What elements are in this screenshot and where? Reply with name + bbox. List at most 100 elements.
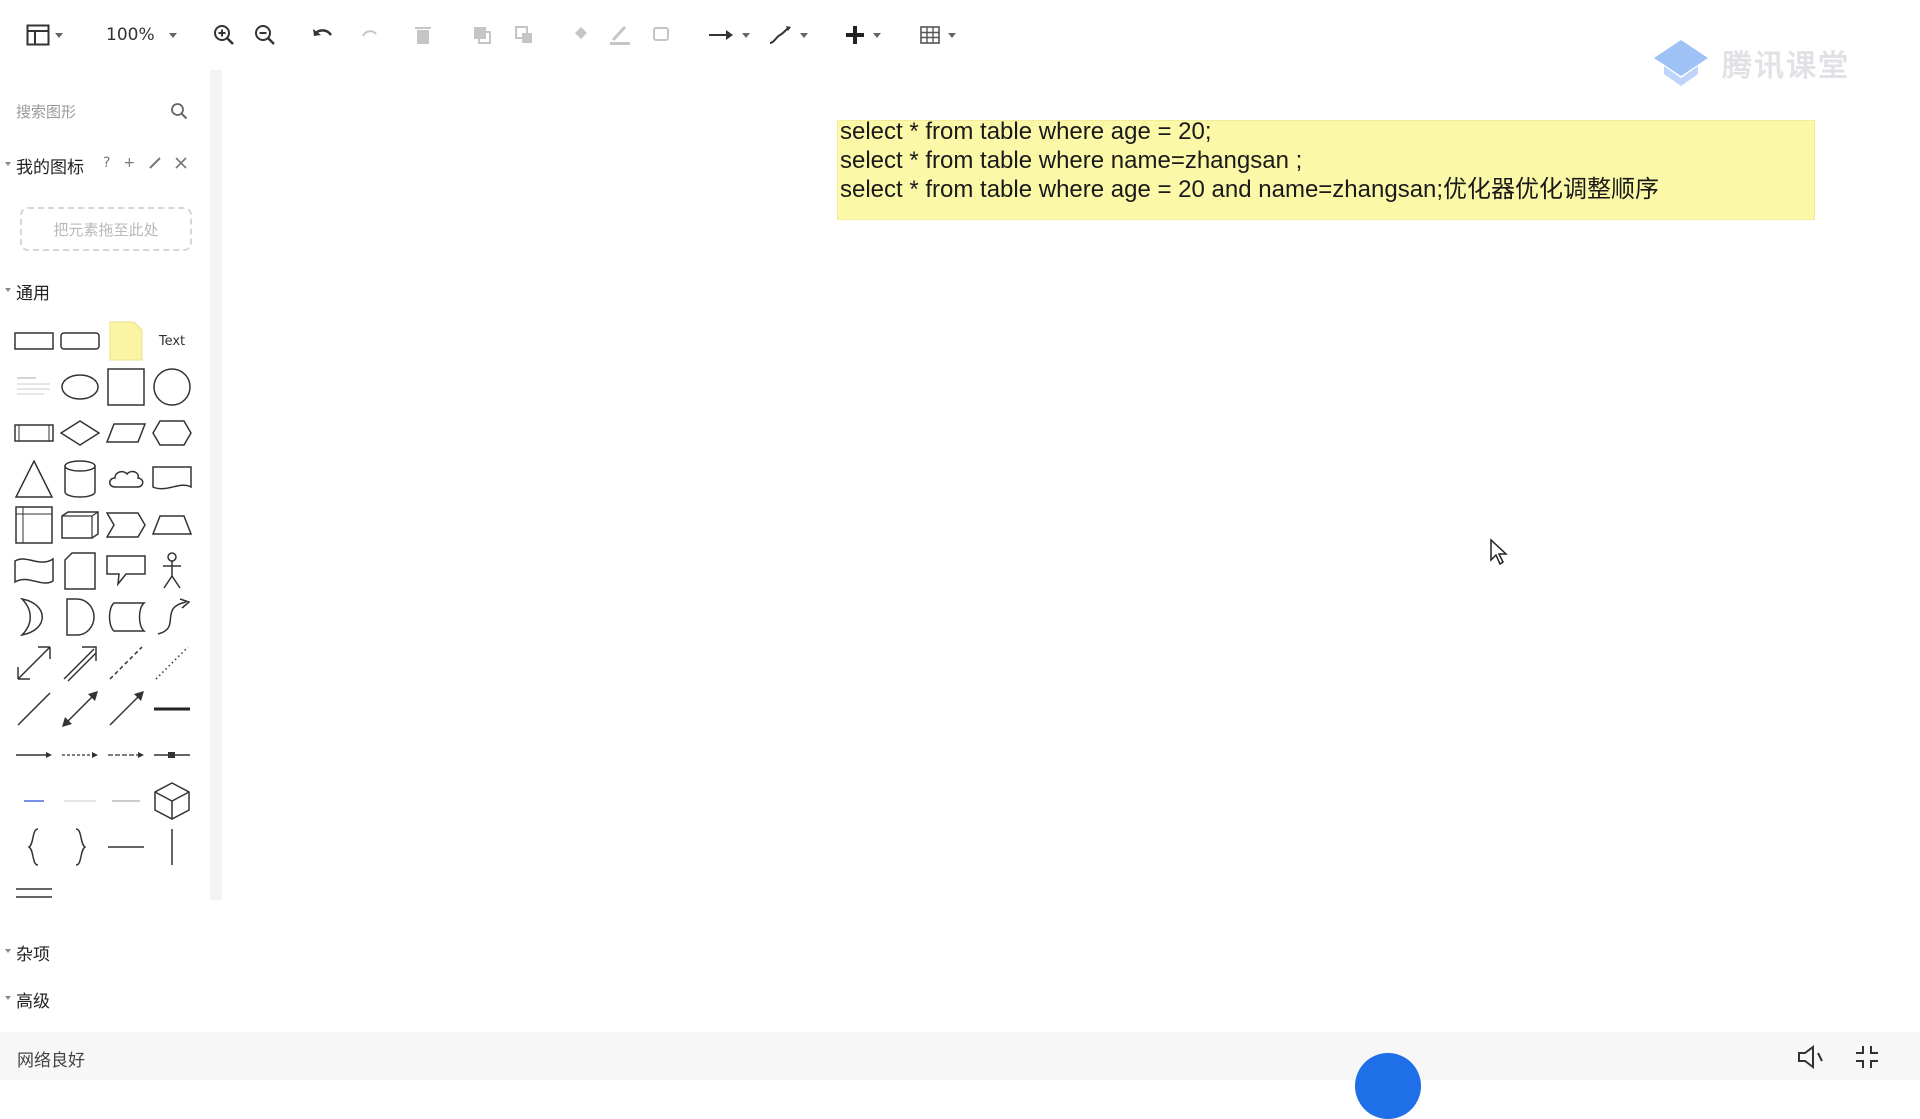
shape-document[interactable] bbox=[150, 458, 194, 500]
waypoints-dropdown[interactable] bbox=[768, 20, 808, 50]
section-general[interactable]: 通用 bbox=[5, 279, 50, 304]
shape-trapezoid[interactable] bbox=[150, 504, 194, 546]
shape-delay[interactable] bbox=[58, 596, 102, 638]
shape-note[interactable] bbox=[104, 320, 148, 362]
shape-cylinder[interactable] bbox=[58, 458, 102, 500]
shape-connector-4[interactable] bbox=[150, 734, 194, 776]
shape-step[interactable] bbox=[104, 504, 148, 546]
section-advanced[interactable]: 高级 bbox=[5, 987, 50, 1012]
shape-rectangle[interactable] bbox=[12, 320, 56, 362]
connection-style-dropdown[interactable] bbox=[708, 20, 750, 50]
sidebar-resize-handle[interactable] bbox=[210, 70, 222, 900]
add-icon[interactable]: + bbox=[123, 155, 135, 171]
zoom-level-dropdown[interactable]: 100% bbox=[106, 20, 177, 50]
chevron-down-icon bbox=[168, 32, 177, 38]
shape-rounded-rectangle[interactable] bbox=[58, 320, 102, 362]
edit-icon[interactable] bbox=[148, 156, 162, 170]
note-line-3: select * from table where age = 20 and n… bbox=[840, 176, 1660, 203]
shape-connector-3[interactable] bbox=[104, 734, 148, 776]
shape-text[interactable]: Text bbox=[150, 320, 194, 362]
insert-dropdown[interactable] bbox=[845, 20, 881, 50]
shape-square[interactable] bbox=[104, 366, 148, 408]
shadow-button[interactable] bbox=[652, 20, 672, 50]
undo-button[interactable] bbox=[311, 20, 333, 50]
shape-search[interactable]: 搜索图形 bbox=[16, 96, 191, 126]
shape-double-line[interactable] bbox=[12, 872, 56, 914]
shape-ellipse[interactable] bbox=[58, 366, 102, 408]
shape-horizontal-line[interactable] bbox=[104, 826, 148, 868]
shape-vertical-line[interactable] bbox=[150, 826, 194, 868]
my-shapes-actions: ? + bbox=[103, 155, 187, 171]
volume-icon bbox=[1798, 1045, 1823, 1069]
zoom-level-label: 100% bbox=[106, 25, 155, 45]
shape-light-line[interactable] bbox=[58, 780, 102, 822]
table-dropdown[interactable] bbox=[920, 20, 956, 50]
sidebar-toggle-button[interactable] bbox=[26, 20, 63, 50]
volume-button[interactable] bbox=[1796, 1044, 1826, 1074]
shape-curve[interactable] bbox=[150, 596, 194, 638]
shape-thick-line[interactable] bbox=[150, 688, 194, 730]
delete-button[interactable] bbox=[414, 20, 432, 50]
collapse-arrow-icon bbox=[5, 162, 11, 166]
to-back-button[interactable] bbox=[514, 20, 534, 50]
shape-line[interactable] bbox=[12, 688, 56, 730]
watermark: 腾讯课堂 bbox=[1652, 38, 1850, 88]
shape-textbox[interactable] bbox=[12, 366, 56, 408]
section-my-shapes[interactable]: 我的图标 bbox=[5, 153, 84, 178]
search-input[interactable]: 搜索图形 bbox=[16, 101, 76, 122]
shape-right-brace[interactable] bbox=[58, 826, 102, 868]
shape-arrow[interactable] bbox=[58, 642, 102, 684]
to-front-button[interactable] bbox=[472, 20, 492, 50]
shape-dropzone[interactable]: 把元素拖至此处 bbox=[20, 207, 192, 251]
shape-process[interactable] bbox=[12, 412, 56, 454]
shape-hexagon[interactable] bbox=[150, 412, 194, 454]
live-badge[interactable] bbox=[1355, 1053, 1421, 1119]
shape-actor[interactable] bbox=[150, 550, 194, 592]
shape-directional-line[interactable] bbox=[104, 688, 148, 730]
exit-fullscreen-icon bbox=[1856, 1046, 1878, 1068]
shape-dotted-line[interactable] bbox=[150, 642, 194, 684]
shape-cloud[interactable] bbox=[104, 458, 148, 500]
shape-double-arrow-line[interactable] bbox=[58, 688, 102, 730]
shape-circle[interactable] bbox=[150, 366, 194, 408]
tencent-classroom-logo-icon bbox=[1654, 40, 1708, 86]
line-color-icon bbox=[610, 25, 630, 45]
shape-isometric-cube[interactable] bbox=[150, 780, 194, 822]
sticky-note[interactable]: select * from table where age = 20; sele… bbox=[837, 118, 1815, 220]
shape-or[interactable] bbox=[12, 596, 56, 638]
shape-left-brace[interactable] bbox=[12, 826, 56, 868]
exit-fullscreen-button[interactable] bbox=[1854, 1044, 1880, 1074]
line-color-button[interactable] bbox=[609, 20, 631, 50]
shape-parallelogram[interactable] bbox=[104, 412, 148, 454]
search-icon[interactable] bbox=[170, 102, 188, 120]
connection-icon bbox=[709, 30, 733, 40]
section-misc[interactable]: 杂项 bbox=[5, 940, 50, 965]
diagram-canvas[interactable]: select * from table where age = 20; sele… bbox=[222, 60, 1920, 1032]
shape-cube[interactable] bbox=[58, 504, 102, 546]
fill-color-button[interactable] bbox=[572, 20, 590, 50]
shape-diamond[interactable] bbox=[58, 412, 102, 454]
redo-button[interactable] bbox=[360, 20, 378, 50]
zoom-out-button[interactable] bbox=[254, 20, 276, 50]
shape-connector-2[interactable] bbox=[58, 734, 102, 776]
shape-connector-1[interactable] bbox=[12, 734, 56, 776]
collapse-arrow-icon bbox=[5, 949, 11, 953]
to-back-icon bbox=[515, 26, 532, 43]
shape-tape[interactable] bbox=[12, 550, 56, 592]
shape-callout[interactable] bbox=[104, 550, 148, 592]
help-icon[interactable]: ? bbox=[103, 155, 110, 171]
shape-internal-storage[interactable] bbox=[12, 504, 56, 546]
table-icon bbox=[920, 26, 940, 44]
undo-icon bbox=[313, 29, 333, 36]
shape-card[interactable] bbox=[58, 550, 102, 592]
section-title: 我的图标 bbox=[16, 158, 84, 178]
zoom-in-button[interactable] bbox=[213, 20, 235, 50]
shape-dashed-line[interactable] bbox=[104, 642, 148, 684]
shape-link[interactable] bbox=[12, 780, 56, 822]
shape-labeled-line[interactable] bbox=[104, 780, 148, 822]
close-icon[interactable] bbox=[175, 157, 187, 169]
shape-triangle[interactable] bbox=[12, 458, 56, 500]
shape-library-sidebar: 搜索图形 我的图标 ? + 把元素拖至此处 通用 Text 杂项 高级 bbox=[0, 70, 212, 1030]
shape-data-storage[interactable] bbox=[104, 596, 148, 638]
shape-bidirectional-arrow[interactable] bbox=[12, 642, 56, 684]
